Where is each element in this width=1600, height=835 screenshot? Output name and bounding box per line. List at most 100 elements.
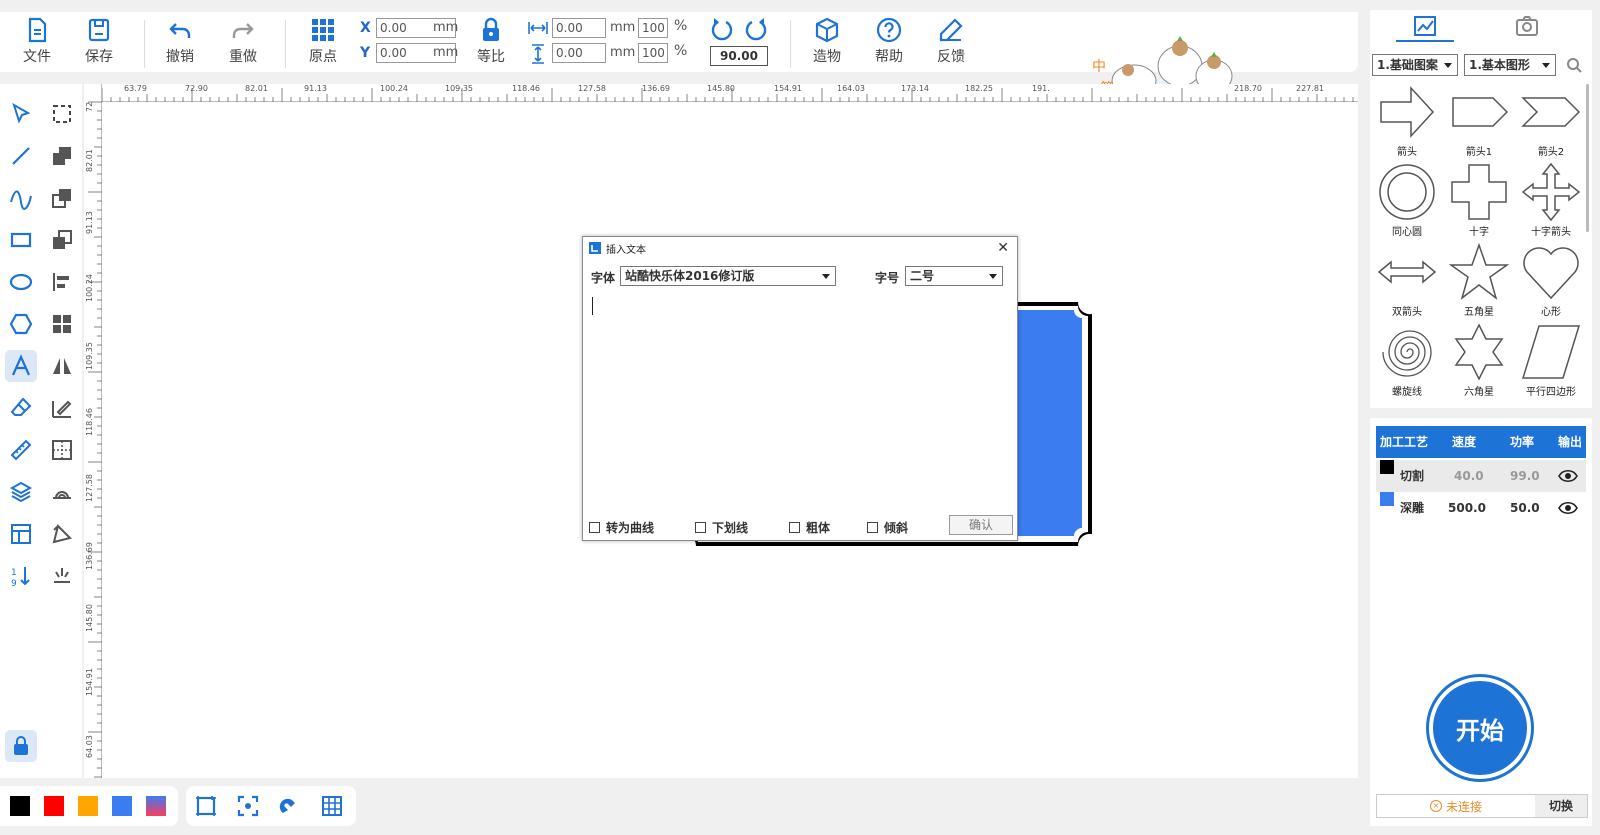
shape-concentric-circle[interactable]: 同心圆: [1370, 162, 1444, 240]
shape-arrow1[interactable]: 箭头1: [1442, 82, 1516, 160]
line-tool[interactable]: [5, 140, 37, 172]
laser-tool[interactable]: [46, 560, 78, 592]
width-percent-input[interactable]: [638, 18, 668, 38]
offset-tool[interactable]: [46, 476, 78, 508]
color-black-swatch[interactable]: [10, 796, 30, 816]
to-curve-checkbox[interactable]: 转为曲线: [589, 519, 654, 536]
process-row-engrave[interactable]: 深雕 500.0 50.0: [1376, 492, 1586, 524]
feedback-button[interactable]: 反馈: [924, 16, 978, 70]
subtract-tool[interactable]: [46, 182, 78, 214]
shape-spiral[interactable]: 螺旋线: [1370, 322, 1444, 400]
rotate-ccw-icon[interactable]: [710, 16, 734, 42]
canvas-lock-button[interactable]: [5, 730, 37, 762]
origin-button[interactable]: 原点: [296, 16, 350, 70]
insert-text-dialog: 插入文本 ✕ 字体 站酷快乐体2016修订版 字号 二号 转为曲线 下划线 粗体…: [582, 236, 1018, 541]
eraser-tool[interactable]: [5, 392, 37, 424]
shape-cross-arrow[interactable]: 十字箭头: [1514, 162, 1588, 240]
confirm-button[interactable]: 确认: [949, 515, 1013, 535]
rotate-cw-icon[interactable]: [744, 16, 768, 42]
arrow2-shape-icon: [1521, 97, 1581, 127]
shape-double-arrow[interactable]: 双箭头: [1370, 242, 1444, 320]
width-input[interactable]: [552, 18, 606, 38]
measure-angle-tool[interactable]: [46, 392, 78, 424]
path-tool[interactable]: [46, 518, 78, 550]
undo-button[interactable]: 撤销: [153, 16, 207, 70]
shape-star5[interactable]: 五角星: [1442, 242, 1516, 320]
x-label: X: [360, 20, 371, 36]
ruler-tool[interactable]: [5, 434, 37, 466]
process-row-cut[interactable]: 切割 40.0 99.0: [1376, 460, 1586, 492]
category-select[interactable]: 1.基础图案: [1372, 54, 1458, 76]
height-percent-input[interactable]: [638, 43, 668, 63]
height-input[interactable]: [552, 43, 606, 63]
array-tool[interactable]: [46, 308, 78, 340]
layer-color-swatch: [1380, 492, 1394, 506]
help-button[interactable]: 帮助: [862, 16, 916, 70]
ruler-tick-label: 64.03: [85, 735, 94, 758]
magnet-snap-icon[interactable]: [278, 794, 302, 818]
distribute-tool[interactable]: [46, 434, 78, 466]
font-label: 字体: [591, 271, 616, 285]
shape-parallelogram[interactable]: 平行四边形: [1514, 322, 1588, 400]
shape-arrow[interactable]: 箭头: [1370, 82, 1444, 160]
font-select[interactable]: 站酷快乐体2016修订版: [620, 266, 836, 286]
build-button[interactable]: 造物: [800, 16, 854, 70]
mirror-tool[interactable]: [46, 350, 78, 382]
close-icon[interactable]: ✕: [997, 240, 1009, 256]
shape-cross[interactable]: 十字: [1442, 162, 1516, 240]
union-tool[interactable]: [46, 140, 78, 172]
underline-checkbox[interactable]: 下划线: [695, 519, 748, 536]
star-icon: [1449, 242, 1509, 300]
fit-frame-icon[interactable]: [194, 794, 218, 818]
lock-ratio-button[interactable]: 等比: [464, 16, 518, 70]
layout-tool[interactable]: [5, 518, 37, 550]
subcategory-select[interactable]: 1.基本图形: [1464, 54, 1556, 76]
curve-tool[interactable]: [5, 182, 37, 214]
start-button[interactable]: 开始: [1426, 674, 1534, 782]
text-tool[interactable]: [5, 350, 37, 382]
select-tool[interactable]: [5, 98, 37, 130]
color-red-swatch[interactable]: [44, 796, 64, 816]
chart-tab-icon[interactable]: [1414, 16, 1436, 36]
rotation-input[interactable]: 90.00: [710, 46, 768, 66]
shape-list-scrollbar[interactable]: [1586, 84, 1589, 232]
intersect-tool[interactable]: [46, 224, 78, 256]
eye-icon[interactable]: [1558, 500, 1578, 516]
rectangle-tool[interactable]: [5, 224, 37, 256]
node-edit-tool[interactable]: [46, 98, 78, 130]
color-blue-swatch[interactable]: [112, 796, 132, 816]
redo-button[interactable]: 重做: [216, 16, 270, 70]
bold-checkbox[interactable]: 粗体: [789, 519, 830, 536]
color-gradient-swatch[interactable]: [146, 796, 166, 816]
sort-tool[interactable]: 19: [5, 560, 37, 592]
camera-tab-icon[interactable]: [1516, 16, 1538, 36]
align-tool[interactable]: [46, 266, 78, 298]
layers-tool[interactable]: [5, 476, 37, 508]
zoom-fit-icon[interactable]: [236, 794, 260, 818]
save-button[interactable]: 保存: [72, 16, 126, 70]
text-input-area[interactable]: [591, 295, 1011, 505]
ellipse-tool[interactable]: [5, 266, 37, 298]
shape-label: 螺旋线: [1392, 387, 1422, 398]
size-select[interactable]: 二号: [905, 266, 1003, 286]
grid-icon[interactable]: [320, 794, 344, 818]
connection-bar: × 未连接 切换: [1376, 794, 1588, 818]
italic-checkbox[interactable]: 倾斜: [867, 519, 908, 536]
connection-status[interactable]: × 未连接: [1377, 795, 1535, 817]
width-percent-sign: %: [674, 18, 688, 34]
eraser-icon: [10, 397, 32, 416]
file-label: 文件: [23, 49, 51, 65]
angle-pencil-icon: [52, 400, 72, 418]
shape-arrow2[interactable]: 箭头2: [1514, 82, 1588, 160]
polygon-tool[interactable]: [5, 308, 37, 340]
file-button[interactable]: 文件: [10, 16, 64, 70]
shape-star6[interactable]: 六角星: [1442, 322, 1516, 400]
shape-heart[interactable]: 心形: [1514, 242, 1588, 320]
active-tab-indicator: [1396, 40, 1454, 42]
pen-path-icon: [52, 524, 72, 544]
color-orange-swatch[interactable]: [78, 796, 98, 816]
process-power: 50.0: [1510, 501, 1540, 515]
search-icon[interactable]: [1566, 57, 1582, 73]
switch-button[interactable]: 切换: [1535, 795, 1587, 817]
eye-icon[interactable]: [1558, 468, 1578, 484]
